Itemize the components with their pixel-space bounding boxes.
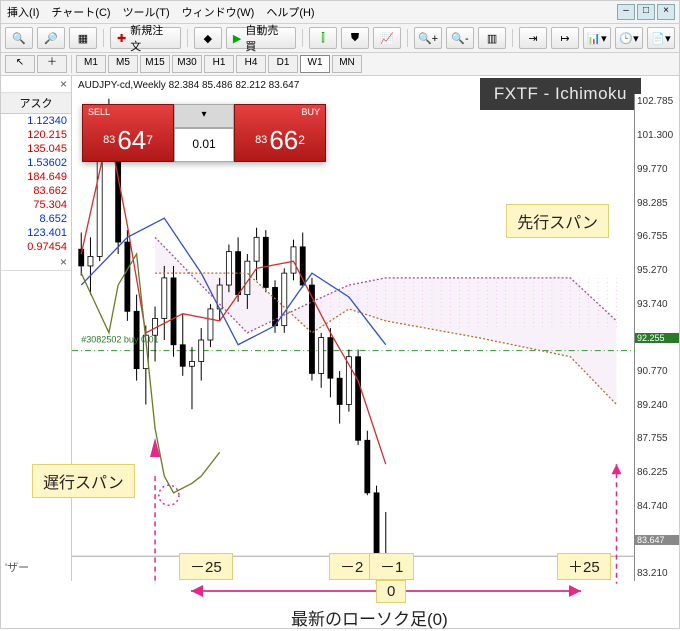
y-tick: 84.740 — [635, 501, 679, 512]
close-button[interactable]: × — [657, 4, 675, 20]
callout-chikou: 遅行スパン — [32, 464, 135, 498]
y-tick: 83.647 — [635, 535, 679, 545]
price-row[interactable]: 184.649 — [1, 170, 71, 184]
tile-icon[interactable]: ▥ — [478, 27, 506, 49]
crosshair-icon[interactable]: ＋ — [37, 55, 67, 73]
magnify-plus-icon[interactable]: 🔎 — [37, 27, 65, 49]
latest-candle-label: 最新のローソク足(0) — [291, 605, 448, 630]
new-order-button[interactable]: ✚ 新規注文 — [110, 27, 181, 49]
menubar: 挿入(I) チャート(C) ツール(T) ウィンドウ(W) ヘルプ(H) – □… — [1, 1, 679, 24]
y-tick: 87.755 — [635, 433, 679, 444]
sell-button[interactable]: SELL 83 64 7 — [82, 104, 174, 162]
timeframe-h4[interactable]: H4 — [236, 55, 266, 73]
y-tick: 90.770 — [635, 366, 679, 377]
price-row[interactable]: 8.652 — [1, 212, 71, 226]
price-row[interactable]: 1.53602 — [1, 156, 71, 170]
menu-window[interactable]: ウィンドウ(W) — [182, 4, 255, 20]
chart-symbol-title: AUDJPY-cd,Weekly 82.384 85.486 82.212 83… — [78, 80, 299, 91]
timeframe-h1[interactable]: H1 — [204, 55, 234, 73]
zoom-out-icon[interactable]: 🔍- — [446, 27, 474, 49]
plus-icon: ✚ — [117, 32, 126, 45]
nav-close-icon[interactable]: × — [1, 254, 71, 271]
timeframe-d1[interactable]: D1 — [268, 55, 298, 73]
tick-minus-2: －2 — [329, 553, 374, 580]
timeframe-m30[interactable]: M30 — [172, 55, 202, 73]
y-tick: 95.270 — [635, 265, 679, 276]
price-list: 1.12340120.215135.0451.53602184.64983.66… — [1, 114, 71, 254]
price-row[interactable]: 135.045 — [1, 142, 71, 156]
buy-button[interactable]: BUY 83 66 2 — [234, 104, 326, 162]
minimize-button[interactable]: – — [617, 4, 635, 20]
timeframe-m5[interactable]: M5 — [108, 55, 138, 73]
main-toolbar: 🔍 🔎 ▦ ✚ 新規注文 ◆ ▶ 自動売買 ⫿ ⛊ 📈 🔍+ 🔍- ▥ ⇥ ↦ … — [1, 24, 679, 53]
panel-close-icon[interactable]: × — [1, 76, 71, 93]
maximize-button[interactable]: □ — [637, 4, 655, 20]
price-row[interactable]: 75.304 — [1, 198, 71, 212]
tick-plus-25: ＋25 — [557, 553, 611, 580]
tick-minus-25: －25 — [179, 553, 233, 580]
expert-advisor-icon[interactable]: ◆ — [194, 27, 222, 49]
timeframe-w1[interactable]: W1 — [300, 55, 330, 73]
y-tick: 102.785 — [635, 96, 679, 107]
candle-chart-icon[interactable]: ⛊ — [341, 27, 369, 49]
line-chart-icon[interactable]: 📈 — [373, 27, 401, 49]
tick-minus-1: －1 — [369, 553, 414, 580]
y-tick: 89.240 — [635, 400, 679, 411]
y-tick: 93.740 — [635, 299, 679, 310]
window-controls: – □ × — [617, 4, 675, 20]
period-icon[interactable]: 🕒▾ — [615, 27, 643, 49]
timeframe-m15[interactable]: M15 — [140, 55, 170, 73]
y-tick: 98.285 — [635, 198, 679, 209]
zoom-in-icon[interactable]: 🔍+ — [414, 27, 442, 49]
bar-chart-icon[interactable]: ⫿ — [309, 27, 337, 49]
play-icon: ▶ — [233, 32, 241, 45]
one-click-trade-panel: SELL 83 64 7 ▾ 0.01 BUY 83 66 — [82, 104, 326, 162]
menu-help[interactable]: ヘルプ(H) — [266, 4, 314, 20]
price-row[interactable]: 123.401 — [1, 226, 71, 240]
window-grid-icon[interactable]: ▦ — [69, 27, 97, 49]
svg-text:#3082502 buy 0.01: #3082502 buy 0.01 — [81, 334, 158, 344]
tick-zero: 0 — [376, 580, 406, 603]
indicator-list-icon[interactable]: 📊▾ — [583, 27, 611, 49]
timeframe-bar: ↖ ＋ M1M5M15M30H1H4D1W1MN — [1, 53, 679, 76]
volume-input[interactable]: 0.01 — [174, 128, 234, 162]
y-tick: 92.255 — [635, 333, 679, 343]
timeframe-m1[interactable]: M1 — [76, 55, 106, 73]
chart-canvas[interactable]: #3082502 buy 0.01 — [72, 94, 635, 584]
y-tick: 101.300 — [635, 130, 679, 141]
price-row[interactable]: 0.97454 — [1, 240, 71, 254]
market-watch-panel: × アスク 1.12340120.215135.0451.53602184.64… — [1, 76, 72, 581]
cursor-icon[interactable]: ↖ — [5, 55, 35, 73]
price-row[interactable]: 120.215 — [1, 128, 71, 142]
price-axis: 102.785 101.300 99.770 98.285 96.755 95.270 93… — [634, 94, 679, 581]
menu-insert[interactable]: 挿入(I) — [7, 4, 39, 20]
price-row[interactable]: 1.12340 — [1, 114, 71, 128]
template-icon[interactable]: 📄▾ — [647, 27, 675, 49]
menu-tool[interactable]: ツール(T) — [123, 4, 170, 20]
auto-trade-button[interactable]: ▶ 自動売買 — [226, 27, 296, 49]
y-tick: 86.225 — [635, 467, 679, 478]
callout-senkou: 先行スパン — [506, 204, 609, 238]
volume-dropdown[interactable]: ▾ — [174, 104, 234, 128]
menu-chart[interactable]: チャート(C) — [51, 4, 110, 20]
shift-end-icon[interactable]: ↦ — [551, 27, 579, 49]
y-tick: 96.755 — [635, 231, 679, 242]
y-tick: 99.770 — [635, 164, 679, 175]
magnify-minus-icon[interactable]: 🔍 — [5, 27, 33, 49]
chart-pane[interactable]: AUDJPY-cd,Weekly 82.384 85.486 82.212 83… — [72, 76, 679, 581]
navigator-label: 'ザー — [1, 553, 71, 581]
ask-column-header: アスク — [1, 93, 71, 114]
scroll-end-icon[interactable]: ⇥ — [519, 27, 547, 49]
timeframe-mn[interactable]: MN — [332, 55, 362, 73]
price-row[interactable]: 83.662 — [1, 184, 71, 198]
